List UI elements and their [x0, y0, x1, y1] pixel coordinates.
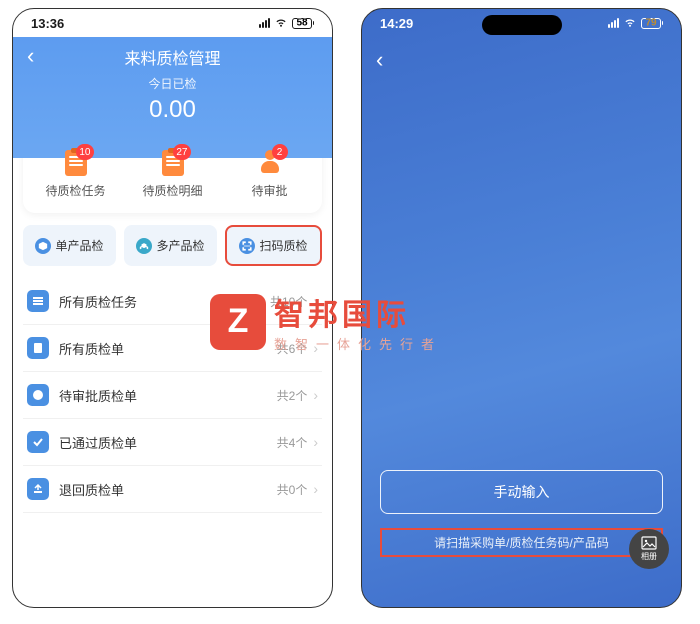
battery-icon: 79 — [641, 18, 663, 29]
list-icon — [27, 384, 49, 406]
list-label: 所有质检任务 — [59, 292, 270, 311]
list-count: 共10个 — [270, 293, 307, 310]
cube-icon — [35, 238, 51, 254]
list-label: 已通过质检单 — [59, 433, 277, 452]
chevron-right-icon: › — [313, 387, 318, 403]
phone-right: 14:29 79 ‹ 手动输入 请扫描采购单/质检任务码/产品码 相册 — [361, 8, 682, 608]
album-label: 相册 — [641, 551, 657, 562]
album-button[interactable]: 相册 — [629, 529, 669, 569]
status-right: 79 — [608, 18, 663, 29]
list-icon — [27, 337, 49, 359]
menu-list: 所有质检任务 共10个 › 所有质检单 共6个 › 待审批质检单 共2个 › 已… — [23, 278, 322, 513]
badge: 2 — [272, 144, 288, 160]
list-label: 所有质检单 — [59, 339, 277, 358]
status-bar: 13:36 58 — [13, 9, 332, 37]
chevron-right-icon: › — [313, 481, 318, 497]
pill-label: 扫码质检 — [259, 237, 307, 254]
chevron-right-icon: › — [313, 293, 318, 309]
signal-icon — [259, 18, 270, 28]
battery-icon: 58 — [292, 18, 314, 29]
back-icon[interactable]: ‹ — [376, 47, 383, 73]
action-pills: 单产品检 多产品检 扫码质检 — [23, 225, 322, 266]
pill-single-check[interactable]: 单产品检 — [23, 225, 116, 266]
page-title: 来料质检管理 — [13, 45, 332, 69]
pill-label: 单产品检 — [55, 237, 103, 254]
scan-controls: 手动输入 请扫描采购单/质检任务码/产品码 — [380, 470, 663, 557]
stat-label: 待质检明细 — [124, 182, 221, 199]
manual-input-button[interactable]: 手动输入 — [380, 470, 663, 514]
badge: 10 — [76, 144, 93, 160]
list-icon — [27, 478, 49, 500]
badge: 27 — [173, 144, 190, 160]
list-item[interactable]: 所有质检任务 共10个 › — [23, 278, 322, 325]
scan-icon — [239, 238, 255, 254]
list-count: 共6个 — [277, 340, 308, 357]
list-item[interactable]: 退回质检单 共0个 › — [23, 466, 322, 513]
list-item[interactable]: 已通过质检单 共4个 › — [23, 419, 322, 466]
list-icon — [27, 290, 49, 312]
list-count: 共2个 — [277, 387, 308, 404]
status-right: 58 — [259, 18, 314, 29]
image-icon — [641, 536, 657, 550]
list-label: 退回质检单 — [59, 480, 277, 499]
list-label: 待审批质检单 — [59, 386, 277, 405]
wifi-icon — [274, 18, 288, 28]
signal-icon — [608, 18, 619, 28]
stat-label: 待审批 — [221, 182, 318, 199]
header-subtitle: 今日已检 — [13, 75, 332, 92]
stat-label: 待质检任务 — [27, 182, 124, 199]
back-icon[interactable]: ‹ — [27, 43, 34, 69]
chevron-right-icon: › — [313, 340, 318, 356]
header-value: 0.00 — [13, 96, 332, 124]
status-time: 14:29 — [380, 16, 413, 31]
phone-left: 13:36 58 ‹ 来料质检管理 今日已检 0.00 10 待质检任务 27 … — [12, 8, 333, 608]
pill-scan-check[interactable]: 扫码质检 — [225, 225, 322, 266]
pill-label: 多产品检 — [156, 237, 204, 254]
status-time: 13:36 — [31, 16, 64, 31]
list-item[interactable]: 待审批质检单 共2个 › — [23, 372, 322, 419]
header: ‹ 来料质检管理 今日已检 0.00 — [13, 37, 332, 158]
wifi-icon — [623, 18, 637, 28]
list-item[interactable]: 所有质检单 共6个 › — [23, 325, 322, 372]
dynamic-island — [482, 15, 562, 35]
pill-multi-check[interactable]: 多产品检 — [124, 225, 217, 266]
list-count: 共4个 — [277, 434, 308, 451]
list-count: 共0个 — [277, 481, 308, 498]
list-icon — [27, 431, 49, 453]
scan-instruction: 请扫描采购单/质检任务码/产品码 — [380, 528, 663, 557]
cubes-icon — [136, 238, 152, 254]
chevron-right-icon: › — [313, 434, 318, 450]
